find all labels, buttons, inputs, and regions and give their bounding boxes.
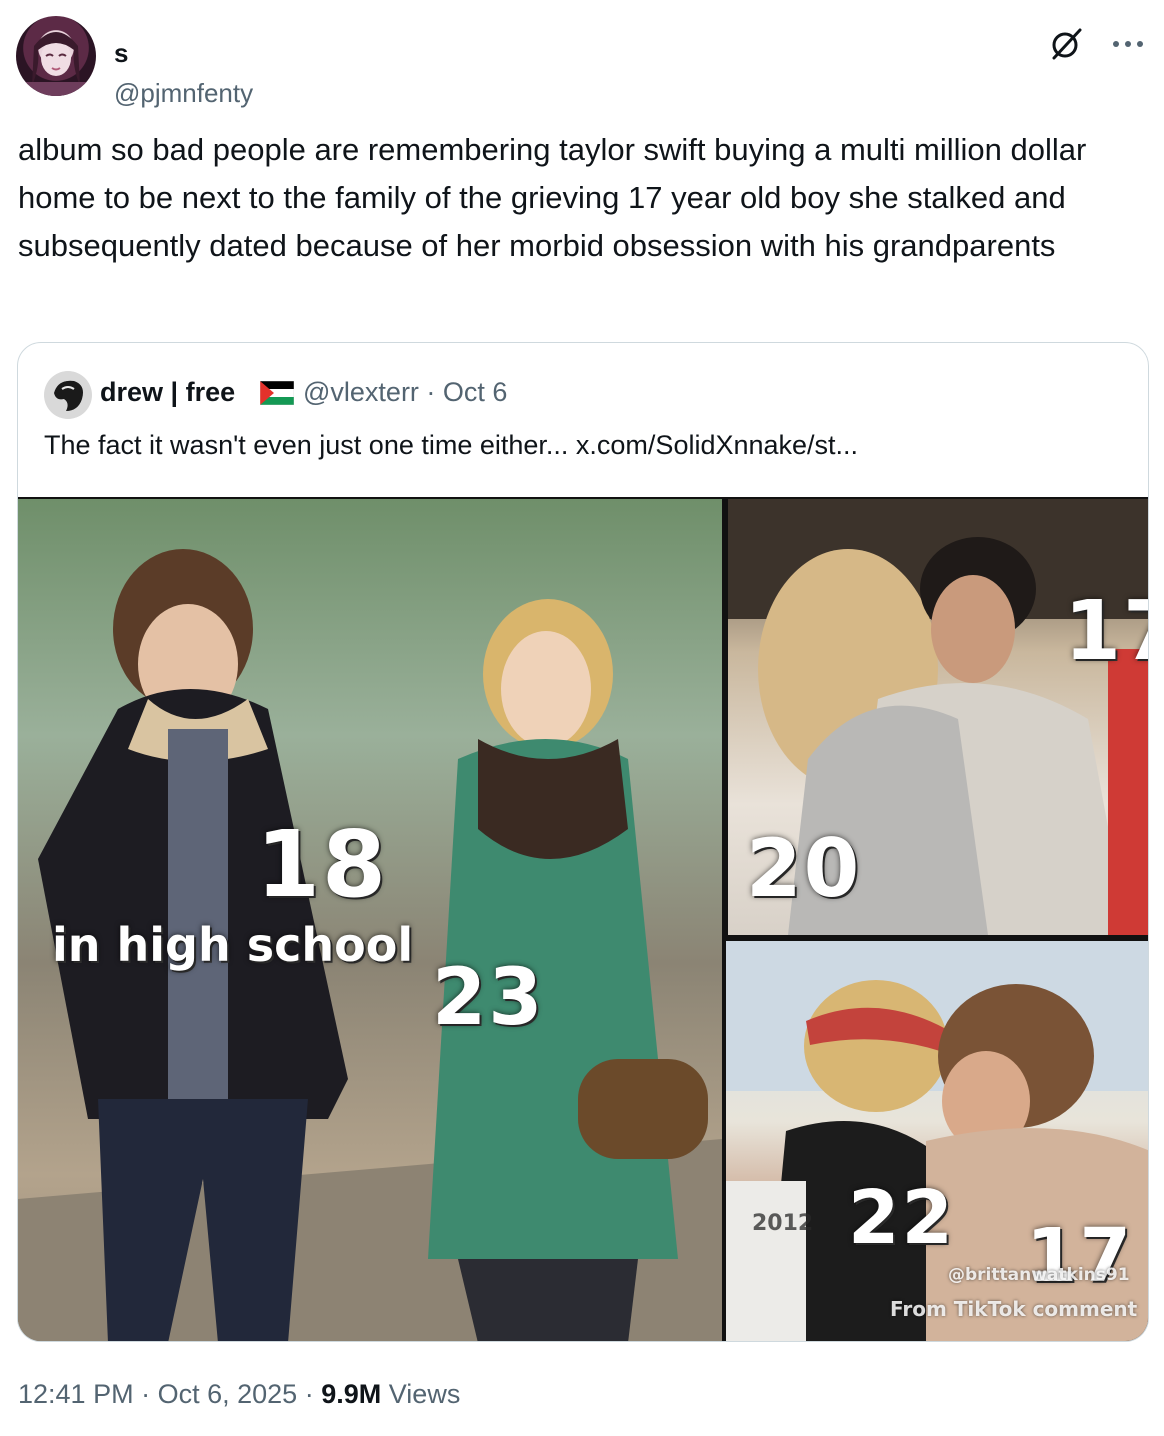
watermark-source: From TikTok comment [890, 1297, 1138, 1321]
age-label-17-top: 17 [1064, 584, 1148, 679]
photo-couple-walking: 18 in high school 23 [18, 499, 722, 1341]
watermark-username: @brittanwatkins91 [948, 1265, 1130, 1285]
age-label-20: 20 [746, 822, 862, 915]
grok-icon[interactable] [1048, 26, 1084, 62]
more-icon[interactable] [1108, 26, 1148, 62]
quoted-text: The fact it wasn't even just one time ei… [44, 430, 859, 460]
age-label-18: 18 [256, 811, 389, 918]
palestine-flag-icon [260, 381, 294, 405]
meta-separator: · [141, 1379, 151, 1409]
year-print-2012: 2012 [752, 1211, 814, 1236]
photo-couple-forehead: 2012 22 17 @brittanwatkins91 From TikTok… [726, 941, 1148, 1341]
post-date[interactable]: Oct 6, 2025 [158, 1379, 298, 1409]
meta-separator: · [304, 1379, 314, 1409]
age-label-23: 23 [432, 953, 545, 1043]
caption-in-high-school: in high school [52, 918, 414, 972]
quoted-avatar[interactable] [44, 371, 92, 419]
quoted-media[interactable]: 18 in high school 23 17 20 [18, 497, 1148, 1341]
photo-couple-kissing: 17 20 [728, 499, 1148, 935]
quoted-display-name[interactable]: drew | free [100, 375, 235, 409]
user-handle[interactable]: @pjmnfenty [114, 78, 253, 108]
quoted-avatar-image [44, 371, 92, 419]
post-time[interactable]: 12:41 PM [18, 1379, 134, 1409]
avatar-image [16, 32, 96, 96]
post-text: album so bad people are remembering tayl… [18, 132, 1087, 263]
views-label: Views [388, 1379, 461, 1409]
quoted-handle-and-date[interactable]: @vlexterr · Oct 6 [303, 375, 507, 409]
age-label-22: 22 [848, 1175, 955, 1261]
avatar[interactable] [16, 16, 96, 96]
post-header: s @pjmnfenty [16, 16, 1148, 108]
display-name[interactable]: s [114, 38, 128, 68]
quoted-post[interactable]: drew | free @vlexterr · Oct 6 The fact i… [17, 342, 1149, 1342]
post-meta: 12:41 PM · Oct 6, 2025 · 9.9M Views [18, 1376, 460, 1412]
views-count[interactable]: 9.9M [321, 1379, 381, 1409]
